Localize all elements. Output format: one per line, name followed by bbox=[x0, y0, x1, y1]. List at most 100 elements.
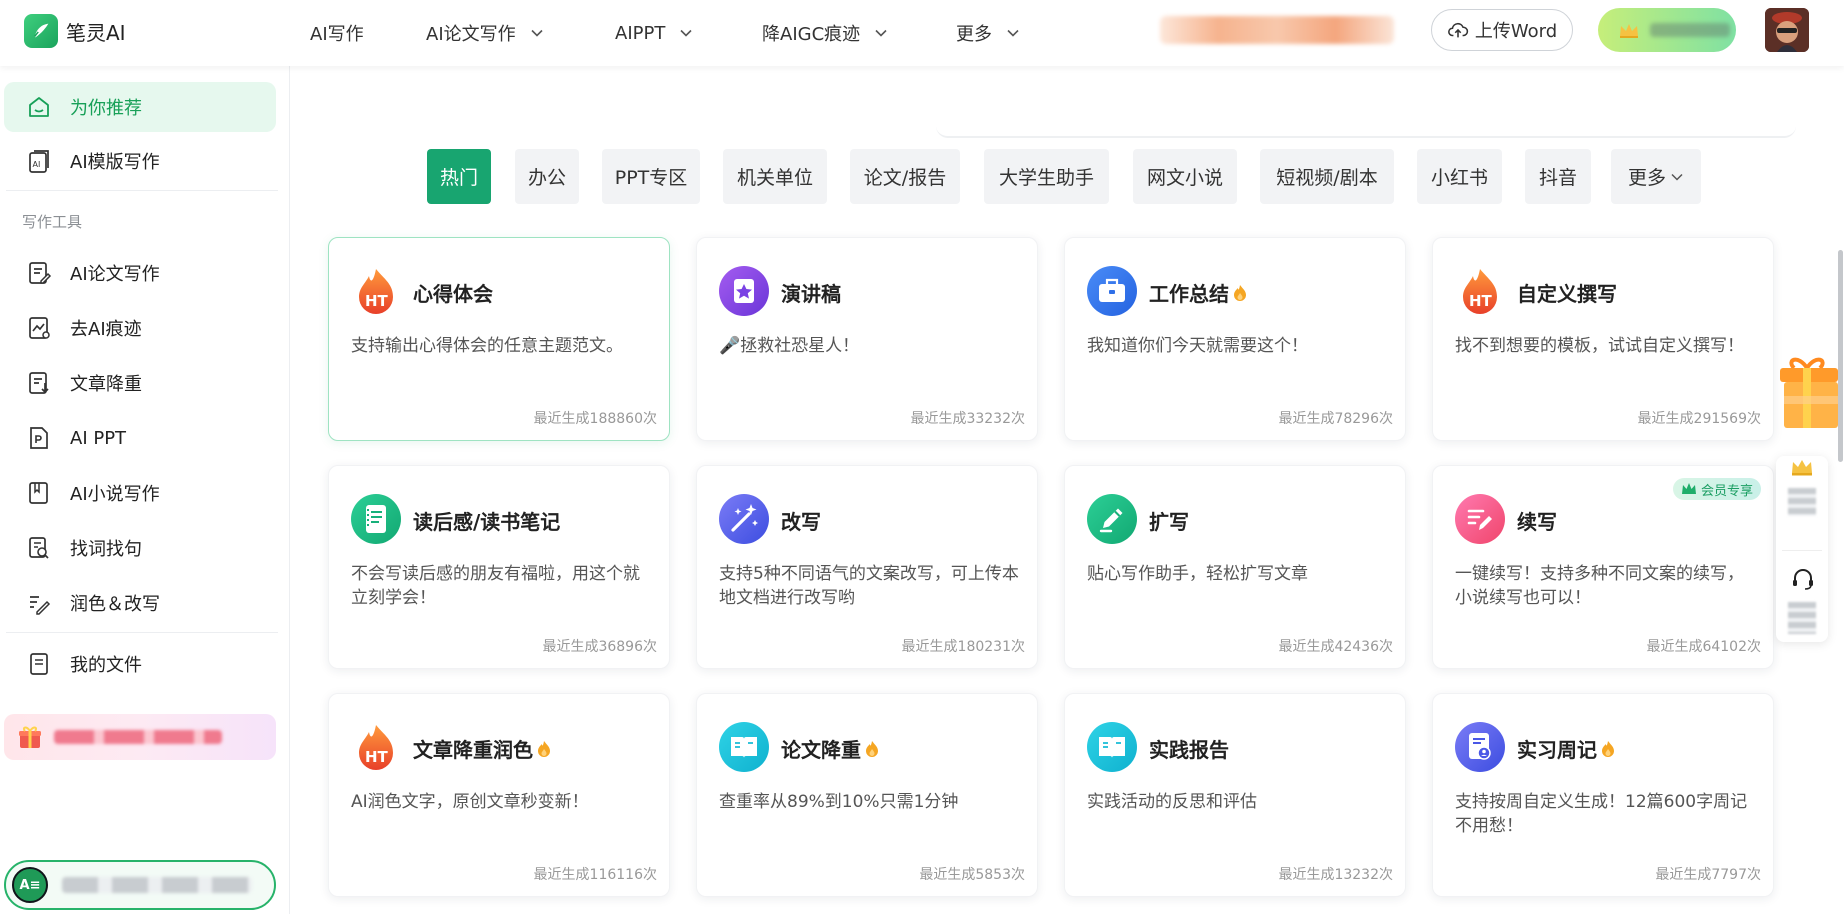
vertical-scrollbar[interactable] bbox=[1838, 250, 1843, 462]
card-desc: 支持5种不同语气的文案改写，可上传本地文档进行改写哟 bbox=[719, 564, 1019, 608]
tab-government[interactable]: 机关单位 bbox=[723, 149, 827, 204]
card-custom-writing[interactable]: HT 自定义撰写 找不到想要的模板，试试自定义撰写！ 最近生成291569次 bbox=[1432, 237, 1774, 441]
account-avatar: A≡ bbox=[12, 867, 48, 903]
card-desc: AI润色文字，原创文章秒变新！ bbox=[351, 792, 589, 812]
card-rewrite[interactable]: 改写 支持5种不同语气的文案改写，可上传本地文档进行改写哟 最近生成180231… bbox=[696, 465, 1038, 669]
tab-ppt[interactable]: PPT专区 bbox=[602, 149, 700, 204]
user-avatar[interactable] bbox=[1765, 8, 1809, 52]
chevron-down-icon bbox=[875, 29, 887, 37]
app-logo[interactable]: 笔灵AI bbox=[24, 14, 126, 48]
card-count: 最近生成36896次 bbox=[542, 639, 657, 655]
card-title: 演讲稿 bbox=[781, 282, 841, 306]
card-reading-notes[interactable]: 读后感/读书笔记 不会写读后感的朋友有福啦，用这个就立刻学会！ 最近生成3689… bbox=[328, 465, 670, 669]
tab-student-helper[interactable]: 大学生助手 bbox=[984, 149, 1109, 204]
card-xinde[interactable]: HT 心得体会 支持输出心得体会的任意主题范文。 最近生成188860次 bbox=[328, 237, 670, 441]
nav-ai-writing[interactable]: AI写作 bbox=[310, 0, 364, 66]
card-title: 续写 bbox=[1517, 510, 1557, 534]
nav-reduce-aigc[interactable]: 降AIGC痕迹 bbox=[762, 0, 888, 66]
sidebar-item-remove-ai[interactable]: 去AI痕迹 bbox=[4, 303, 276, 353]
card-count: 最近生成180231次 bbox=[901, 639, 1025, 655]
card-title: 工作总结 bbox=[1149, 282, 1229, 306]
ht-flame-icon: HT bbox=[351, 266, 401, 316]
card-count: 最近生成42436次 bbox=[1278, 639, 1393, 655]
card-intern-weekly[interactable]: 实习周记 支持按周自定义生成！12篇600字周记不用愁！ 最近生成7797次 bbox=[1432, 693, 1774, 897]
tab-douyin[interactable]: 抖音 bbox=[1525, 149, 1591, 204]
headset-support-icon[interactable] bbox=[1790, 566, 1816, 592]
sidebar-item-find-phrase[interactable]: 找词找句 bbox=[4, 523, 276, 573]
tab-more[interactable]: 更多 bbox=[1611, 149, 1701, 204]
crown-icon bbox=[1620, 24, 1638, 38]
redacted-account-text bbox=[62, 877, 252, 893]
sidebar-divider bbox=[6, 190, 278, 191]
card-desc: 实践活动的反思和评估 bbox=[1087, 792, 1257, 812]
card-desc: 🎤拯救社恐星人！ bbox=[719, 336, 860, 356]
sidebar-item-polish[interactable]: 润色＆改写 bbox=[4, 578, 276, 628]
chevron-down-icon bbox=[680, 29, 692, 37]
card-paper-reduce[interactable]: 论文降重 查重率从89%到10%只需1分钟 最近生成5853次 bbox=[696, 693, 1038, 897]
card-desc: 一键续写！支持多种不同文案的续写，小说续写也可以！ bbox=[1455, 564, 1744, 608]
panel-divider bbox=[1782, 550, 1822, 551]
crown-icon bbox=[1681, 483, 1696, 494]
card-title: 改写 bbox=[781, 510, 821, 534]
card-polish-reduce[interactable]: HT 文章降重润色 AI润色文字，原创文章秒变新！ 最近生成116116次 bbox=[328, 693, 670, 897]
vip-crown-icon[interactable] bbox=[1790, 458, 1814, 476]
card-title: 实习周记 bbox=[1517, 738, 1597, 762]
card-title: 论文降重 bbox=[781, 738, 861, 762]
promo-banner[interactable] bbox=[4, 714, 276, 760]
card-count: 最近生成5853次 bbox=[919, 867, 1025, 883]
sidebar-item-ai-ppt[interactable]: AI PPT bbox=[4, 413, 276, 463]
paper-write-icon bbox=[29, 262, 52, 284]
gift-box-icon bbox=[1780, 357, 1838, 428]
card-count: 最近生成7797次 bbox=[1655, 867, 1761, 883]
floating-gift-button[interactable] bbox=[1776, 352, 1838, 434]
nav-more[interactable]: 更多 bbox=[956, 0, 1020, 66]
ht-flame-icon: HT bbox=[351, 722, 401, 772]
open-book-icon bbox=[719, 722, 769, 772]
tab-paper-report[interactable]: 论文/报告 bbox=[850, 149, 960, 204]
open-book-icon bbox=[1087, 722, 1137, 772]
notebook-icon bbox=[351, 494, 401, 544]
tab-web-novel[interactable]: 网文小说 bbox=[1133, 149, 1237, 204]
redacted-user-info bbox=[1160, 16, 1394, 44]
chevron-down-icon bbox=[1007, 29, 1019, 37]
upload-word-button[interactable]: 上传Word bbox=[1431, 9, 1573, 51]
card-desc: 找不到想要的模板，试试自定义撰写！ bbox=[1455, 336, 1744, 356]
card-title: 实践报告 bbox=[1149, 738, 1229, 762]
polish-icon bbox=[30, 596, 51, 615]
card-work-summary[interactable]: 工作总结 我知道你们今天就需要这个！ 最近生成78296次 bbox=[1064, 237, 1406, 441]
card-count: 最近生成116116次 bbox=[533, 867, 657, 883]
tab-short-video[interactable]: 短视频/剧本 bbox=[1260, 149, 1394, 204]
card-desc: 支持输出心得体会的任意主题范文。 bbox=[351, 336, 623, 356]
sidebar-item-recommended[interactable]: 为你推荐 bbox=[4, 82, 276, 132]
hot-flame-icon bbox=[1234, 284, 1246, 301]
sidebar-item-reduce-dup[interactable]: 文章降重 bbox=[4, 358, 276, 408]
tab-hot[interactable]: 热门 bbox=[427, 149, 491, 204]
account-panel[interactable]: A≡ bbox=[4, 860, 276, 910]
app-name: 笔灵AI bbox=[66, 20, 126, 45]
card-practice-report[interactable]: 实践报告 实践活动的反思和评估 最近生成13232次 bbox=[1064, 693, 1406, 897]
logo-mark-icon bbox=[24, 14, 58, 48]
sidebar-item-ai-paper[interactable]: AI论文写作 bbox=[4, 248, 276, 298]
member-badge: 会员专享 bbox=[1672, 478, 1761, 500]
card-title: 读后感/读书笔记 bbox=[413, 510, 561, 534]
card-expand[interactable]: 扩写 贴心写作助手，轻松扩写文章 最近生成42436次 bbox=[1064, 465, 1406, 669]
sidebar-item-ai-template[interactable]: AI AI模版写作 bbox=[4, 136, 276, 186]
sidebar-item-my-files[interactable]: 我的文件 bbox=[4, 639, 276, 689]
novel-book-icon bbox=[29, 482, 48, 504]
floating-side-panel bbox=[1776, 456, 1828, 642]
card-count: 最近生成64102次 bbox=[1646, 639, 1761, 655]
sidebar-item-ai-novel[interactable]: AI小说写作 bbox=[4, 468, 276, 518]
tab-office[interactable]: 办公 bbox=[515, 149, 579, 204]
card-desc: 查重率从89%到10%只需1分钟 bbox=[719, 792, 959, 812]
nav-ai-paper[interactable]: AI论文写作 bbox=[426, 0, 544, 66]
tab-xiaohongshu[interactable]: 小红书 bbox=[1417, 149, 1502, 204]
card-desc: 我知道你们今天就需要这个！ bbox=[1087, 336, 1308, 356]
magic-wand-icon bbox=[719, 494, 769, 544]
redacted-vip-label bbox=[1788, 488, 1816, 516]
vip-button[interactable] bbox=[1598, 8, 1736, 52]
nav-aippt[interactable]: AIPPT bbox=[615, 0, 693, 66]
card-count: 最近生成78296次 bbox=[1278, 411, 1393, 427]
card-speech[interactable]: 演讲稿 🎤拯救社恐星人！ 最近生成33232次 bbox=[696, 237, 1038, 441]
card-continue[interactable]: 会员专享 续写 一键续写！支持多种不同文案的续写，小说续写也可以！ 最近生成64… bbox=[1432, 465, 1774, 669]
sidebar: 为你推荐 AI AI模版写作 写作工具 AI论文写作 去AI痕迹 文章降重 AI… bbox=[0, 66, 290, 914]
